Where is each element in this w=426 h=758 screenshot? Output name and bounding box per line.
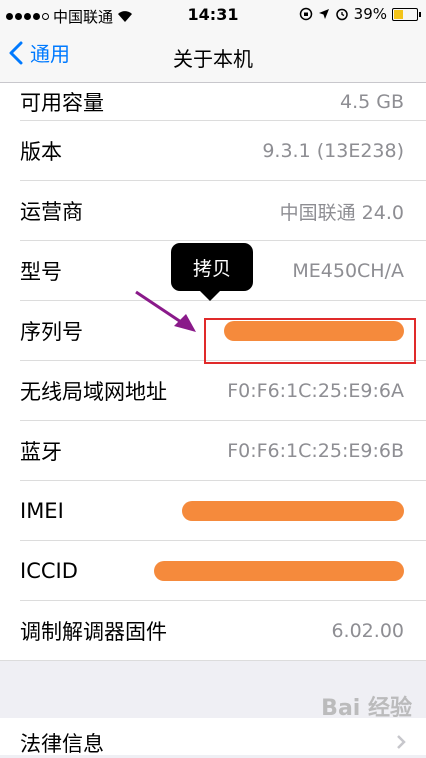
pointer-arrow-icon — [135, 290, 196, 332]
status-bar: 中国联通 14:31 39% — [0, 0, 426, 30]
copy-label: 拷贝 — [192, 257, 231, 280]
status-right: 39% — [299, 5, 421, 23]
navigation-bar: 通用 关于本机 — [0, 30, 426, 83]
battery-percent: 39% — [353, 5, 387, 23]
row-value: 中国联通 24.0 — [279, 201, 404, 224]
row-value: 6.02.00 — [331, 620, 404, 642]
row-value: ME450CH/A — [292, 260, 404, 282]
row-wifi-address: 无线局域网地址 F0:F6:1C:25:E9:6A — [0, 361, 426, 421]
row-label: 可用容量 — [20, 91, 104, 115]
battery-level — [394, 9, 403, 19]
highlight-box — [204, 318, 416, 364]
row-legal-info[interactable]: 法律信息 — [0, 718, 426, 756]
row-modem-firmware: 调制解调器固件 6.02.00 — [0, 601, 426, 661]
row-value: 4.5 GB — [339, 91, 404, 113]
page-title: 关于本机 — [173, 47, 253, 71]
about-info-list: 可用容量 4.5 GB 版本 9.3.1 (13E238) 运营商 中国联通 2… — [0, 83, 426, 661]
row-version: 版本 9.3.1 (13E238) — [0, 121, 426, 181]
row-bluetooth: 蓝牙 F0:F6:1C:25:E9:6B — [0, 421, 426, 481]
orientation-lock-icon — [299, 7, 312, 21]
row-available-capacity: 可用容量 4.5 GB — [0, 83, 426, 121]
watermark: Bai 经验 — [321, 696, 412, 721]
row-value: F0:F6:1C:25:E9:6B — [227, 440, 404, 462]
row-label: 无线局域网地址 — [20, 380, 167, 404]
row-label: 序列号 — [20, 320, 83, 344]
row-imei: IMEI — [0, 481, 426, 541]
row-label: IMEI — [20, 499, 64, 523]
alarm-icon — [335, 8, 348, 21]
row-label: ICCID — [20, 559, 78, 583]
row-value: 9.3.1 (13E238) — [262, 140, 404, 162]
row-carrier: 运营商 中国联通 24.0 — [0, 181, 426, 241]
row-value: F0:F6:1C:25:E9:6A — [227, 380, 404, 402]
redacted-imei-value — [182, 501, 404, 521]
row-label: 版本 — [20, 140, 62, 164]
battery-icon — [392, 7, 421, 21]
copy-tooltip[interactable]: 拷贝 — [171, 243, 253, 291]
row-label: 蓝牙 — [20, 440, 62, 464]
row-label: 运营商 — [20, 200, 83, 224]
row-label: 调制解调器固件 — [20, 620, 167, 644]
row-iccid: ICCID — [0, 541, 426, 601]
row-label: 型号 — [20, 260, 62, 284]
redacted-iccid-value — [154, 561, 404, 581]
tooltip-pointer — [199, 290, 221, 301]
location-icon — [318, 9, 329, 19]
legal-info-label: 法律信息 — [20, 732, 104, 756]
chevron-right-icon — [397, 735, 406, 749]
